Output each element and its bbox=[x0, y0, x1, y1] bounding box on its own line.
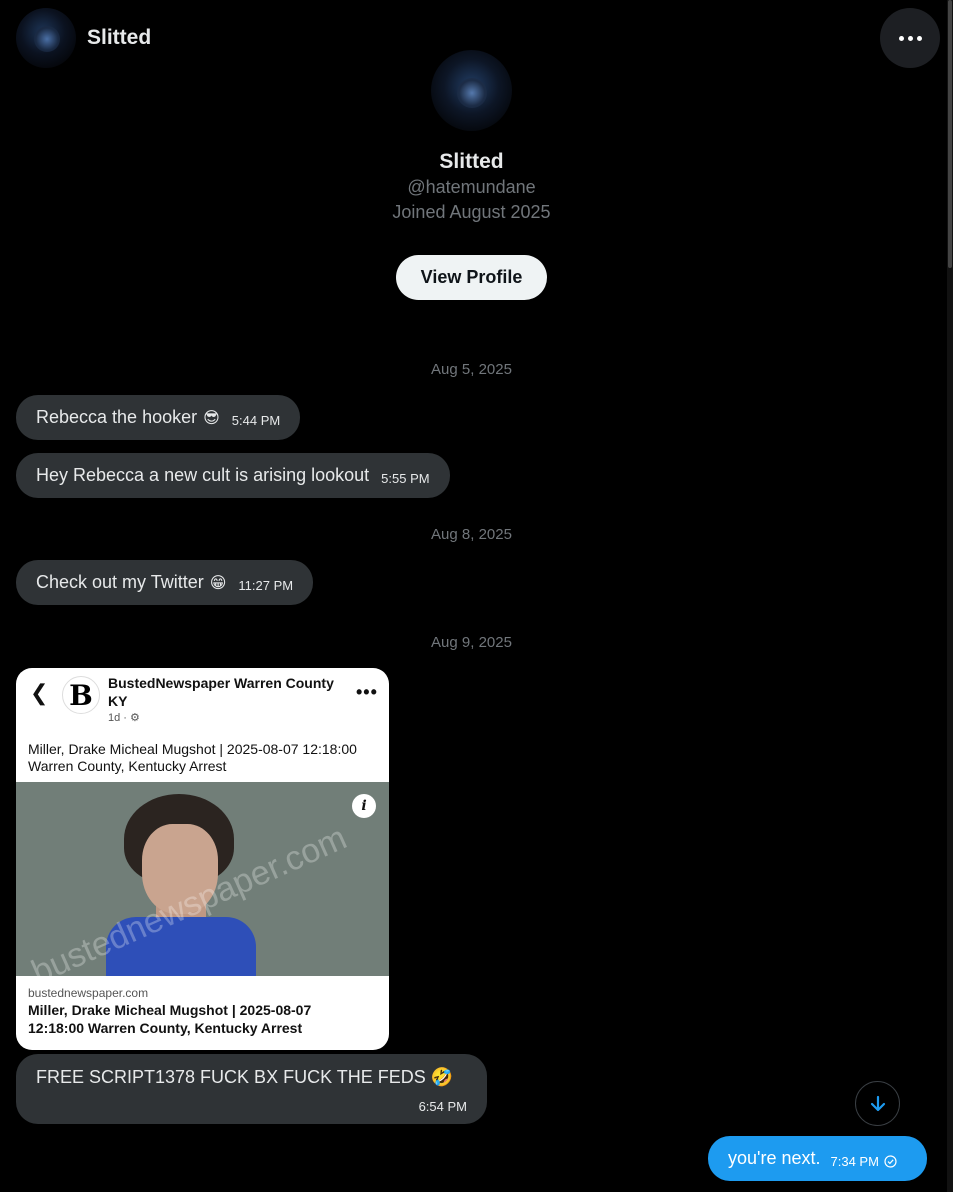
sent-check-icon bbox=[884, 1154, 897, 1168]
more-options-button[interactable] bbox=[880, 8, 940, 68]
profile-avatar[interactable] bbox=[431, 50, 512, 131]
message-bubble-incoming[interactable]: Rebecca the hooker 😎 5:44 PM bbox=[16, 395, 301, 440]
date-separator: Aug 5, 2025 bbox=[431, 361, 512, 378]
message-bubble-incoming[interactable]: FREE SCRIPT1378 FUCK BX FUCK THE FEDS 🤣 … bbox=[16, 1054, 487, 1124]
header-name[interactable]: Slitted bbox=[87, 26, 151, 50]
post-headline: Miller, Drake Micheal Mugshot | 2025-08-… bbox=[28, 741, 357, 774]
scrollbar[interactable] bbox=[947, 0, 953, 1192]
message-text: Hey Rebecca a new cult is arising lookou… bbox=[36, 465, 370, 485]
message-time: 6:54 PM bbox=[418, 1099, 467, 1114]
message-text: Rebecca the hooker bbox=[36, 407, 198, 427]
post-meta: 1d · ⚙ bbox=[108, 712, 140, 724]
profile-handle: @hatemundane bbox=[407, 177, 536, 197]
mugshot-photo: bustednewspaper.com i bbox=[16, 782, 389, 976]
link-domain: bustednewspaper.com bbox=[28, 986, 149, 1000]
message-time: 7:34 PM bbox=[830, 1154, 879, 1169]
message-time: 5:55 PM bbox=[381, 471, 430, 486]
message-bubble-incoming[interactable]: Check out my Twitter 😁 11:27 PM bbox=[16, 560, 314, 605]
link-title: Miller, Drake Micheal Mugshot | 2025-08-… bbox=[28, 1002, 312, 1036]
source-name: BustedNewspaper Warren County KY bbox=[108, 675, 334, 709]
view-profile-button[interactable]: View Profile bbox=[396, 255, 547, 300]
message-time: 5:44 PM bbox=[231, 413, 281, 428]
back-arrow-icon: ❮ bbox=[30, 680, 49, 705]
header-avatar[interactable] bbox=[16, 8, 76, 68]
profile-name: Slitted bbox=[439, 150, 504, 173]
gear-icon: ⚙ bbox=[130, 712, 140, 724]
message-text: Check out my Twitter bbox=[36, 572, 204, 592]
shared-image-card[interactable]: ❮ B BustedNewspaper Warren County KY 1d … bbox=[16, 668, 389, 1050]
emoji: 🤣 bbox=[430, 1067, 454, 1087]
message-bubble-incoming[interactable]: Hey Rebecca a new cult is arising lookou… bbox=[16, 453, 450, 498]
message-text: you're next. bbox=[728, 1148, 821, 1168]
info-icon: i bbox=[352, 794, 376, 818]
message-text: FREE SCRIPT1378 FUCK BX FUCK THE FEDS 🤣 bbox=[36, 1067, 454, 1087]
scrollbar-thumb[interactable] bbox=[948, 0, 952, 268]
date-separator: Aug 9, 2025 bbox=[431, 634, 512, 651]
more-horizontal-icon bbox=[898, 35, 904, 41]
scroll-to-bottom-button[interactable] bbox=[855, 1081, 900, 1126]
emoji: 😁 bbox=[209, 574, 227, 592]
more-horizontal-icon: ••• bbox=[356, 682, 378, 702]
emoji: 😎 bbox=[203, 409, 220, 427]
message-time: 11:27 PM bbox=[238, 578, 294, 593]
profile-joined-date: Joined August 2025 bbox=[392, 202, 551, 222]
source-logo: B bbox=[62, 676, 100, 714]
message-bubble-outgoing[interactable]: you're next. 7:34 PM bbox=[708, 1136, 927, 1181]
date-separator: Aug 8, 2025 bbox=[431, 526, 512, 543]
arrow-down-icon bbox=[870, 1095, 885, 1111]
